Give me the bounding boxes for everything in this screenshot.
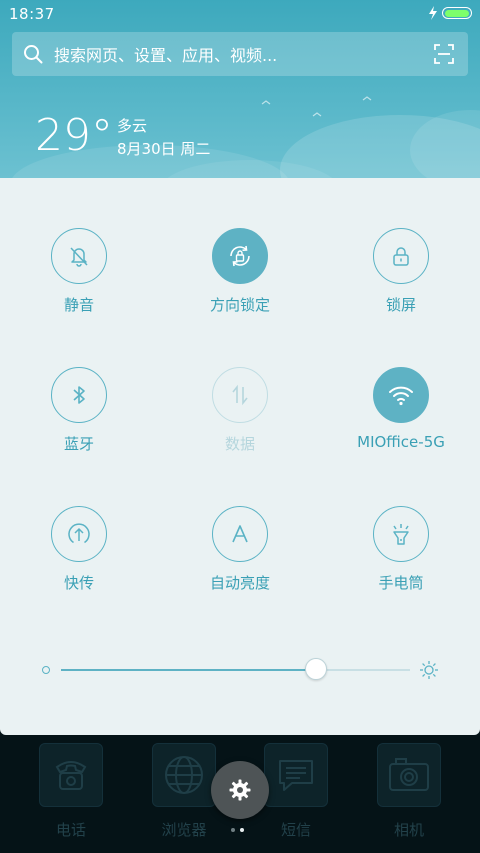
phone-icon: [39, 743, 103, 807]
toggle-wifi-label: MIOffice-5G: [357, 433, 445, 451]
search-input[interactable]: 搜索网页、设置、应用、视频...: [54, 42, 277, 66]
dock-label-browser: 浏览器: [161, 821, 207, 839]
toggle-quick-transfer-label: 快传: [63, 574, 94, 592]
toggle-silent-label: 静音: [63, 296, 94, 314]
toggle-mobile-data[interactable]: 数据: [170, 367, 310, 454]
flashlight-icon: [393, 524, 409, 545]
weather-temperature[interactable]: 29°: [35, 108, 113, 164]
dock-label-messages: 短信: [280, 821, 311, 839]
toggle-mobile-data-label: 数据: [224, 435, 255, 453]
toggle-flashlight[interactable]: 手电筒: [331, 506, 471, 593]
brightness-fill: [61, 669, 316, 671]
page-dot: [231, 828, 235, 832]
weather-condition: 多云: [117, 117, 148, 135]
toggle-bluetooth-button[interactable]: [51, 367, 107, 423]
status-time: 18:37: [9, 5, 55, 23]
dock-label-phone: 电话: [55, 821, 86, 839]
camera-icon: [377, 743, 441, 807]
settings-button[interactable]: [211, 761, 269, 819]
toggle-quick-transfer[interactable]: 快传: [9, 506, 149, 593]
toggle-auto-brightness-label: 自动亮度: [209, 574, 270, 592]
wifi-icon: [389, 386, 413, 406]
quick-transfer-icon: [68, 523, 90, 544]
bell-off-icon: [70, 247, 88, 267]
toggle-auto-brightness[interactable]: 自动亮度: [170, 506, 310, 593]
brightness-high-icon: [420, 661, 438, 679]
toggle-bluetooth-label: 蓝牙: [63, 435, 94, 453]
toggle-flashlight-label: 手电筒: [378, 574, 424, 592]
toggle-rotation-lock-label: 方向锁定: [209, 296, 270, 314]
toggle-wifi-button[interactable]: [373, 367, 429, 423]
page-indicator: [231, 828, 244, 832]
weather-date: 8月30日 周二: [117, 140, 211, 158]
search-icon: [24, 45, 43, 64]
toggle-mobile-data-button[interactable]: [212, 367, 268, 423]
toggle-lock-screen-button[interactable]: [373, 228, 429, 284]
toggle-lock-screen-label: 锁屏: [385, 296, 416, 314]
toggle-quick-transfer-button[interactable]: [51, 506, 107, 562]
toggle-rotation-lock[interactable]: 方向锁定: [170, 228, 310, 315]
dock-label-camera: 相机: [393, 821, 424, 839]
dock-app-camera[interactable]: 相机: [364, 743, 454, 840]
brightness-low-icon: [42, 666, 50, 674]
auto-brightness-icon: [232, 525, 248, 543]
rotation-lock-icon: [230, 245, 250, 267]
toggle-silent-button[interactable]: [51, 228, 107, 284]
quick-settings-panel: 静音 方向锁定 锁屏 蓝牙 数据 MIOffice-5G 快传 自动亮度 手电筒: [0, 178, 480, 735]
search-bar[interactable]: 搜索网页、设置、应用、视频...: [12, 32, 468, 76]
mobile-data-icon: [232, 384, 248, 406]
toggle-wifi[interactable]: MIOffice-5G: [331, 367, 471, 451]
toggle-auto-brightness-button[interactable]: [212, 506, 268, 562]
toggle-silent[interactable]: 静音: [9, 228, 149, 315]
gear-icon: [229, 779, 251, 801]
toggle-flashlight-button[interactable]: [373, 506, 429, 562]
scan-icon[interactable]: [434, 44, 454, 64]
toggle-bluetooth[interactable]: 蓝牙: [9, 367, 149, 454]
lock-icon: [393, 247, 409, 266]
brightness-thumb[interactable]: [305, 658, 327, 680]
notification-header: 18:37 搜索网页、设置、应用、视频... 29° 多云 8月30日 周二: [0, 0, 480, 178]
bluetooth-icon: [73, 386, 85, 404]
status-icons: [428, 6, 472, 20]
battery-icon: [442, 7, 472, 19]
toggle-lock-screen[interactable]: 锁屏: [331, 228, 471, 315]
battery-level: [444, 9, 469, 17]
charging-icon: [429, 6, 437, 20]
status-bar: 18:37: [0, 0, 480, 28]
dock-app-phone[interactable]: 电话: [26, 743, 116, 840]
brightness-track[interactable]: [61, 658, 410, 680]
toggle-rotation-lock-button[interactable]: [212, 228, 268, 284]
browser-icon: [152, 743, 216, 807]
messages-icon: [264, 743, 328, 807]
page-dot-active: [240, 828, 244, 832]
